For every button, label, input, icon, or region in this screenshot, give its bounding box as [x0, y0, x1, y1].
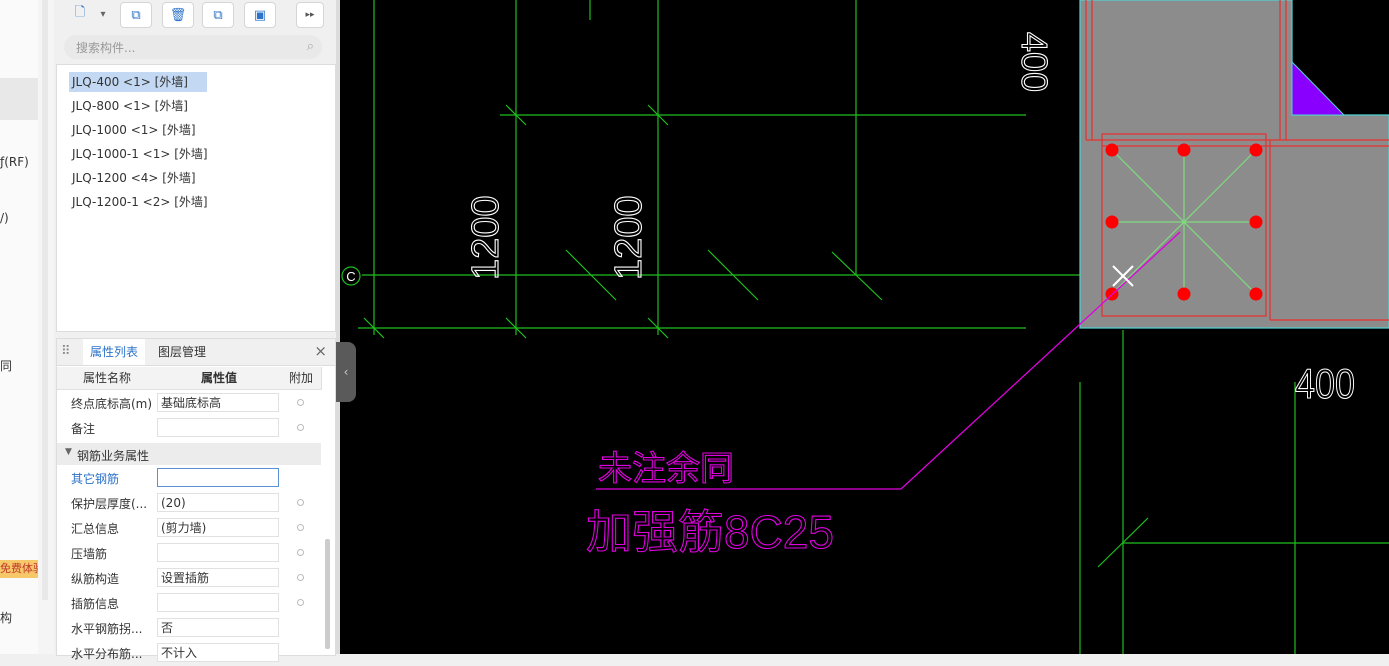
attach-radio[interactable]	[297, 549, 304, 556]
table-row: 其它钢筋	[57, 466, 321, 491]
table-row: 保护层厚度(... (20)	[57, 491, 321, 516]
save-icon: ▣	[253, 7, 267, 23]
left-nav-scrollbar[interactable]	[42, 0, 48, 600]
purple-marker	[1291, 60, 1346, 116]
attach-radio[interactable]	[297, 424, 304, 431]
list-item[interactable]: JLQ-1200-1 <2> [外墙]	[69, 192, 211, 212]
list-item[interactable]: JLQ-400 <1> [外墙]	[69, 72, 207, 92]
table-row: 水平钢筋拐... 否	[57, 616, 321, 641]
component-toolbar: 🗋 ▾ ⧉ 🗑 ⧉ ▣ ▸▸	[54, 0, 336, 32]
attach-radio[interactable]	[297, 599, 304, 606]
property-name: 压墙筋	[71, 547, 108, 561]
dimension-text-1200-a: 1200	[465, 195, 507, 280]
collapse-panel-button[interactable]: ‹	[336, 342, 356, 402]
dropdown-button[interactable]: ▾	[96, 2, 110, 26]
chevron-down-icon: ▾	[100, 8, 106, 20]
drag-handle-icon[interactable]: ⠿	[61, 344, 71, 359]
property-value[interactable]: (20)	[157, 493, 279, 512]
left-nav-selected-item[interactable]	[0, 78, 38, 120]
new-component-button[interactable]: 🗋	[68, 2, 92, 26]
tab-layer-management[interactable]: 图层管理	[151, 339, 213, 365]
tab-property-list[interactable]: 属性列表	[83, 339, 146, 365]
property-value[interactable]: 否	[157, 618, 279, 637]
property-name: 终点底标高(m)	[71, 397, 153, 411]
column-header-value: 属性值	[157, 367, 282, 390]
left-nav-item[interactable]: ƒ(RF)	[0, 155, 29, 169]
delete-button[interactable]: 🗑	[162, 2, 194, 28]
attach-radio[interactable]	[297, 574, 304, 581]
copy-button[interactable]: ⧉	[120, 2, 152, 28]
annotation-note: 未注余同	[598, 450, 734, 488]
annotation-rebar: 加强筋8C25	[586, 506, 834, 558]
table-row: 纵筋构造 设置插筋	[57, 566, 321, 591]
table-row: 终点底标高(m) 基础底标高	[57, 391, 321, 416]
column-header-name: 属性名称	[57, 367, 158, 390]
property-value[interactable]	[157, 593, 279, 612]
search-icon[interactable]: ⌕	[307, 39, 314, 54]
table-row: 插筋信息	[57, 591, 321, 616]
trash-icon: 🗑	[169, 7, 187, 23]
duplicate-icon: ⧉	[213, 7, 223, 23]
cad-drawing-canvas[interactable]: C 1200 1200 400 400 未注余同 加强筋8C25	[340, 0, 1389, 654]
attach-radio[interactable]	[297, 399, 304, 406]
save-as-button[interactable]: ▣	[244, 2, 276, 28]
property-scrollbar[interactable]	[325, 539, 330, 649]
more-button[interactable]: ▸▸	[296, 2, 324, 28]
close-icon[interactable]: ×	[314, 342, 327, 360]
copy-icon: ⧉	[131, 7, 141, 23]
property-name: 水平钢筋拐...	[71, 622, 143, 636]
property-name: 纵筋构造	[71, 572, 120, 586]
search-box: ⌕	[64, 35, 322, 59]
table-row: 备注	[57, 416, 321, 441]
chevron-left-icon: ‹	[343, 365, 349, 379]
dimension-text-400-top: 400	[1014, 32, 1055, 92]
list-item[interactable]: JLQ-1200 <4> [外墙]	[69, 168, 199, 188]
group-title: 钢筋业务属性	[77, 449, 150, 463]
property-value[interactable]	[157, 418, 279, 437]
new-file-icon: 🗋	[74, 5, 86, 20]
axis-label: C	[346, 269, 355, 284]
attach-radio[interactable]	[297, 499, 304, 506]
list-item[interactable]: JLQ-800 <1> [外墙]	[69, 96, 191, 116]
component-list: JLQ-400 <1> [外墙] JLQ-800 <1> [外墙] JLQ-10…	[56, 64, 336, 332]
table-row: 汇总信息 (剪力墙)	[57, 516, 321, 541]
cad-drawing[interactable]: C 1200 1200 400 400 未注余同 加强筋8C25	[340, 0, 1389, 654]
double-chevron-right-icon: ▸▸	[305, 10, 315, 20]
property-value[interactable]	[157, 468, 279, 487]
dimension-text-1200-b: 1200	[608, 195, 650, 280]
stirrup-ties	[1111, 149, 1257, 295]
collapse-triangle-icon[interactable]: ▼	[65, 447, 72, 457]
left-nav-strip: ƒ(RF) /) 同 免费体验 构	[0, 0, 55, 654]
free-trial-badge[interactable]: 免费体验	[0, 560, 38, 578]
property-value[interactable]: (剪力墙)	[157, 518, 279, 537]
property-panel-header: ⠿ 属性列表 图层管理 ×	[57, 339, 335, 366]
table-row: 压墙筋	[57, 541, 321, 566]
property-value[interactable]: 基础底标高	[157, 393, 279, 412]
left-nav-item[interactable]: 同	[0, 357, 12, 374]
property-group-rebar[interactable]: ▼ 钢筋业务属性	[57, 443, 321, 465]
property-value[interactable]: 不计入	[157, 643, 279, 662]
property-panel: ⠿ 属性列表 图层管理 × 属性名称 属性值 附加 终点底标高(m) 基础底标高…	[56, 338, 336, 662]
left-nav-item[interactable]: 构	[0, 609, 12, 626]
property-name: 保护层厚度(...	[71, 497, 148, 511]
property-value[interactable]	[157, 543, 279, 562]
left-nav-item[interactable]: /)	[0, 211, 9, 225]
list-item[interactable]: JLQ-1000 <1> [外墙]	[69, 120, 199, 140]
attach-radio[interactable]	[297, 524, 304, 531]
property-value[interactable]: 设置插筋	[157, 568, 279, 587]
property-name: 汇总信息	[71, 522, 120, 536]
column-header-extra: 附加	[281, 367, 322, 390]
dimension-text-400-right: 400	[1295, 360, 1355, 407]
property-name: 插筋信息	[71, 597, 120, 611]
property-name: 其它钢筋	[71, 472, 120, 486]
list-item[interactable]: JLQ-1000-1 <1> [外墙]	[69, 144, 211, 164]
property-name: 备注	[71, 422, 96, 436]
search-input[interactable]	[74, 38, 298, 58]
component-panel: 🗋 ▾ ⧉ 🗑 ⧉ ▣ ▸▸ ⌕ JLQ-400 <1> [外墙] JLQ-80…	[54, 0, 336, 662]
duplicate-layer-button[interactable]: ⧉	[202, 2, 234, 28]
